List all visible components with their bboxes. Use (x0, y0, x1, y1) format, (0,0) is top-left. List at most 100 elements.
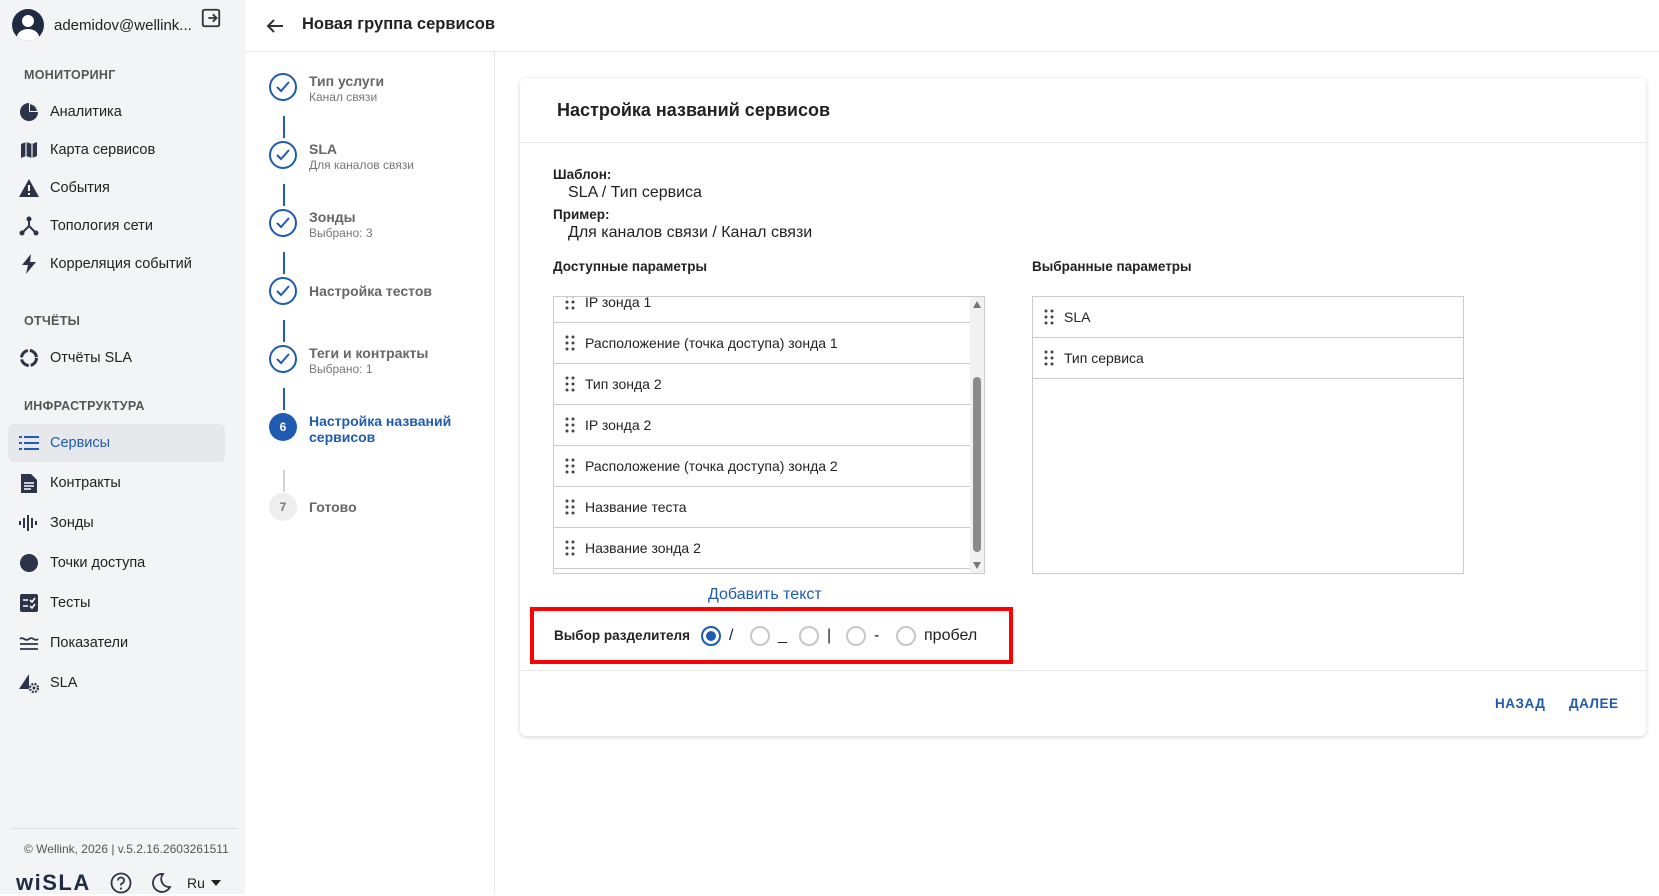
available-params-list[interactable]: IP зонда 1 Расположение (точка доступа) … (553, 296, 985, 574)
step-done[interactable]: 7 Готово (269, 493, 357, 521)
sidebar-item-sla[interactable]: SLA (8, 664, 225, 702)
radio-unchecked-icon (846, 626, 866, 646)
step-connector (283, 470, 285, 492)
sidebar-item-label: SLA (50, 675, 78, 691)
step-test-settings[interactable]: Настройка тестов (269, 277, 432, 305)
step-subtitle: Выбрано: 1 (309, 362, 373, 376)
available-params-title: Доступные параметры (553, 259, 708, 274)
sidebar-item-services[interactable]: Сервисы (8, 424, 225, 462)
sidebar-item-label: Аналитика (50, 104, 122, 120)
sidebar-item-analytics[interactable]: Аналитика (8, 93, 225, 131)
sidebar-item-label: Карта сервисов (50, 142, 156, 158)
step-title: Настройка тестов (309, 283, 433, 299)
logout-icon[interactable] (200, 7, 222, 29)
list-icon (18, 432, 40, 454)
separator-radio-underscore[interactable]: _ (750, 626, 787, 646)
list-item[interactable]: SLA (1033, 297, 1463, 338)
step-subtitle: Выбрано: 3 (309, 226, 373, 240)
step-connector (283, 116, 285, 138)
list-item[interactable]: Тип сервиса (1033, 338, 1463, 379)
list-item[interactable]: IP зонда 2 (554, 405, 972, 446)
list-item[interactable]: IP зонда 1 (554, 296, 972, 323)
list-item[interactable]: Название теста (554, 487, 972, 528)
list-item[interactable]: Расположение (точка доступа) зонда 2 (554, 446, 972, 487)
avatar-icon (12, 9, 44, 41)
sidebar-item-contracts[interactable]: Контракты (8, 464, 225, 502)
map-icon (18, 139, 40, 161)
check-icon (269, 209, 297, 237)
sidebar-item-correlation[interactable]: Корреляция событий (8, 245, 225, 283)
check-icon (269, 345, 297, 373)
drag-handle-icon[interactable] (565, 334, 575, 352)
step-sla[interactable]: SLA Для каналов связи (269, 141, 414, 173)
step-tags-contracts[interactable]: Теги и контракты Выбрано: 1 (269, 345, 428, 377)
step-title: SLA (309, 141, 337, 157)
sidebar-item-label: События (50, 180, 110, 196)
step-probes[interactable]: Зонды Выбрано: 3 (269, 209, 373, 241)
section-monitoring: МОНИТОРИНГ (24, 68, 116, 82)
separator-radio-slash[interactable]: / (701, 626, 733, 646)
list-item-label: Тип зонда 2 (585, 376, 662, 392)
language-selector[interactable]: Ru (187, 875, 221, 891)
sidebar-item-metrics[interactable]: Показатели (8, 624, 225, 662)
sidebar-item-probes[interactable]: Зонды (8, 504, 225, 542)
step-service-names[interactable]: 6 Настройка названий сервисов (269, 413, 479, 445)
warning-icon (18, 177, 40, 199)
separator-radio-pipe[interactable]: | (799, 626, 831, 646)
drag-handle-icon[interactable] (565, 457, 575, 475)
drag-handle-icon[interactable] (565, 416, 575, 434)
drag-handle-icon[interactable] (565, 539, 575, 557)
drag-handle-icon[interactable] (565, 498, 575, 516)
check-icon (269, 73, 297, 101)
pie-chart-icon (18, 101, 40, 123)
sidebar-item-topology[interactable]: Топология сети (8, 207, 225, 245)
drag-handle-icon[interactable] (565, 375, 575, 393)
sidebar-item-access-points[interactable]: Точки доступа (8, 544, 225, 582)
drag-handle-icon[interactable] (1044, 349, 1054, 367)
help-icon[interactable] (110, 872, 132, 894)
list-item[interactable]: Название зонда 2 (554, 528, 972, 569)
sidebar-divider (12, 828, 237, 829)
sidebar-item-label: Топология сети (50, 218, 153, 234)
radio-unchecked-icon (896, 626, 916, 646)
step-subtitle: Для каналов связи (309, 158, 414, 172)
sidebar-item-sla-reports[interactable]: Отчёты SLA (8, 339, 225, 377)
moon-icon[interactable] (150, 872, 172, 894)
drag-handle-icon[interactable] (565, 296, 575, 311)
sla-gear-icon (18, 672, 40, 694)
list-item-label: IP зонда 2 (585, 417, 652, 433)
scroll-down-icon[interactable] (973, 562, 981, 569)
list-item[interactable]: Расположение (точка доступа) зонда 1 (554, 323, 972, 364)
sidebar-item-label: Контракты (50, 475, 121, 491)
selected-params-list[interactable]: SLA Тип сервиса (1032, 296, 1464, 574)
sidebar-item-service-map[interactable]: Карта сервисов (8, 131, 225, 169)
drag-handle-icon[interactable] (1044, 308, 1054, 326)
step-service-type[interactable]: Тип услуги Канал связи (269, 73, 384, 105)
scroll-thumb[interactable] (973, 377, 981, 552)
add-text-link[interactable]: Добавить текст (708, 586, 822, 604)
selected-params-title: Выбранные параметры (1032, 259, 1192, 274)
radio-label: _ (778, 627, 787, 644)
template-label: Шаблон: (553, 167, 612, 182)
check-icon (269, 277, 297, 305)
radio-label: / (729, 627, 734, 644)
sidebar-item-events[interactable]: События (8, 169, 225, 207)
next-button[interactable]: ДАЛЕЕ (1569, 696, 1619, 711)
back-button[interactable]: НАЗАД (1495, 696, 1545, 711)
separator-radio-space[interactable]: пробел (896, 626, 977, 646)
step-number: 6 (269, 413, 297, 441)
card-title: Настройка названий сервисов (557, 100, 831, 120)
radio-unchecked-icon (750, 626, 770, 646)
list-item[interactable]: Тип зонда 2 (554, 364, 972, 405)
scrollbar[interactable] (970, 297, 984, 573)
list-item-label: SLA (1064, 309, 1091, 325)
top-bar: Новая группа сервисов (245, 0, 1659, 52)
sidebar: ademidov@wellink... МОНИТОРИНГ Аналитика… (0, 0, 245, 895)
topology-icon (18, 215, 40, 237)
lightning-icon (18, 253, 40, 275)
back-arrow-icon[interactable] (263, 14, 287, 38)
separator-radio-dash[interactable]: - (846, 626, 879, 646)
scroll-up-icon[interactable] (973, 301, 981, 308)
list-item-label: IP зонда 1 (585, 296, 652, 310)
sidebar-item-tests[interactable]: Тесты (8, 584, 225, 622)
